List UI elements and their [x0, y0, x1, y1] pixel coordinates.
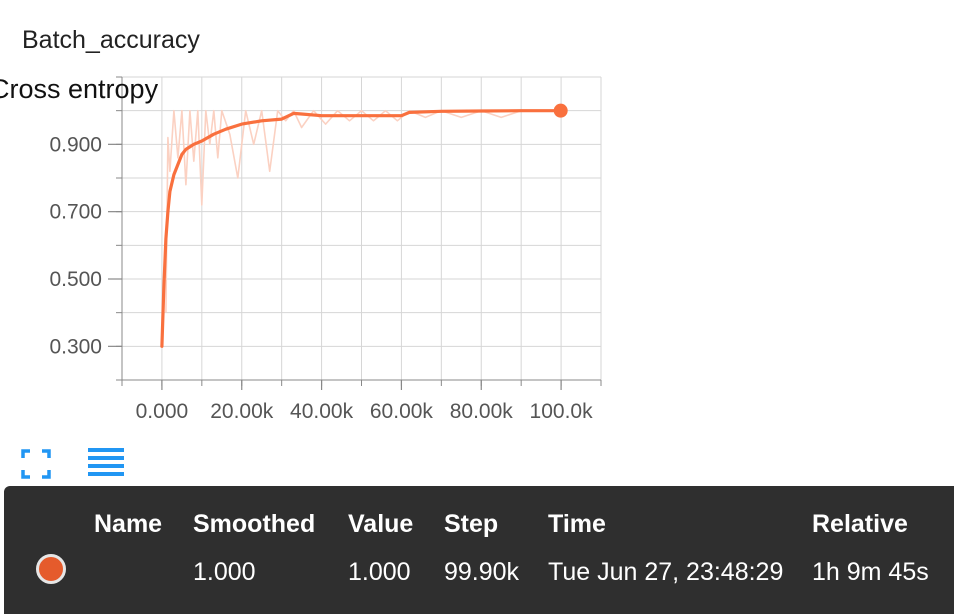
cell-smoothed: 1.000 — [193, 558, 256, 586]
highlight-point — [553, 103, 568, 118]
y-tick-label: 0.300 — [49, 335, 102, 358]
header-step: Step — [444, 510, 499, 538]
fullscreen-icon[interactable] — [18, 446, 54, 482]
x-tick-label: 60.00k — [370, 400, 434, 423]
cell-step: 99.90k — [444, 558, 520, 586]
run-color-swatch — [36, 554, 66, 584]
menu-icon[interactable] — [86, 446, 126, 482]
y-tick-label: 0.900 — [49, 133, 102, 156]
header-name: Name — [94, 510, 163, 538]
x-tick-label: 100.0k — [530, 400, 594, 423]
x-tick-label: 0.000 — [136, 400, 189, 423]
cell-time: Tue Jun 27, 23:48:29 — [548, 558, 784, 586]
header-time: Time — [548, 510, 606, 538]
x-tick-label: 80.00k — [450, 400, 514, 423]
header-smoothed: Smoothed — [193, 510, 316, 538]
cell-value: 1.000 — [348, 558, 411, 586]
y-tick-label: 0.700 — [49, 201, 102, 224]
header-relative: Relative — [812, 510, 908, 538]
x-tick-label: 40.00k — [290, 400, 354, 423]
cell-relative: 1h 9m 45s — [812, 558, 929, 586]
batch-accuracy-chart[interactable]: 0.300 0.500 0.700 0.900 0.000 20.00k 40.00k 60.… — [0, 60, 620, 430]
header-value: Value — [348, 510, 414, 538]
chart-title: Batch_accuracy — [22, 26, 200, 54]
x-tick-label: 20.00k — [210, 400, 274, 423]
data-tooltip: Name Smoothed Value Step Time Relative 1… — [4, 486, 954, 614]
run-name-label: Cross entropy — [0, 74, 159, 104]
y-tick-label: 0.500 — [49, 268, 102, 291]
